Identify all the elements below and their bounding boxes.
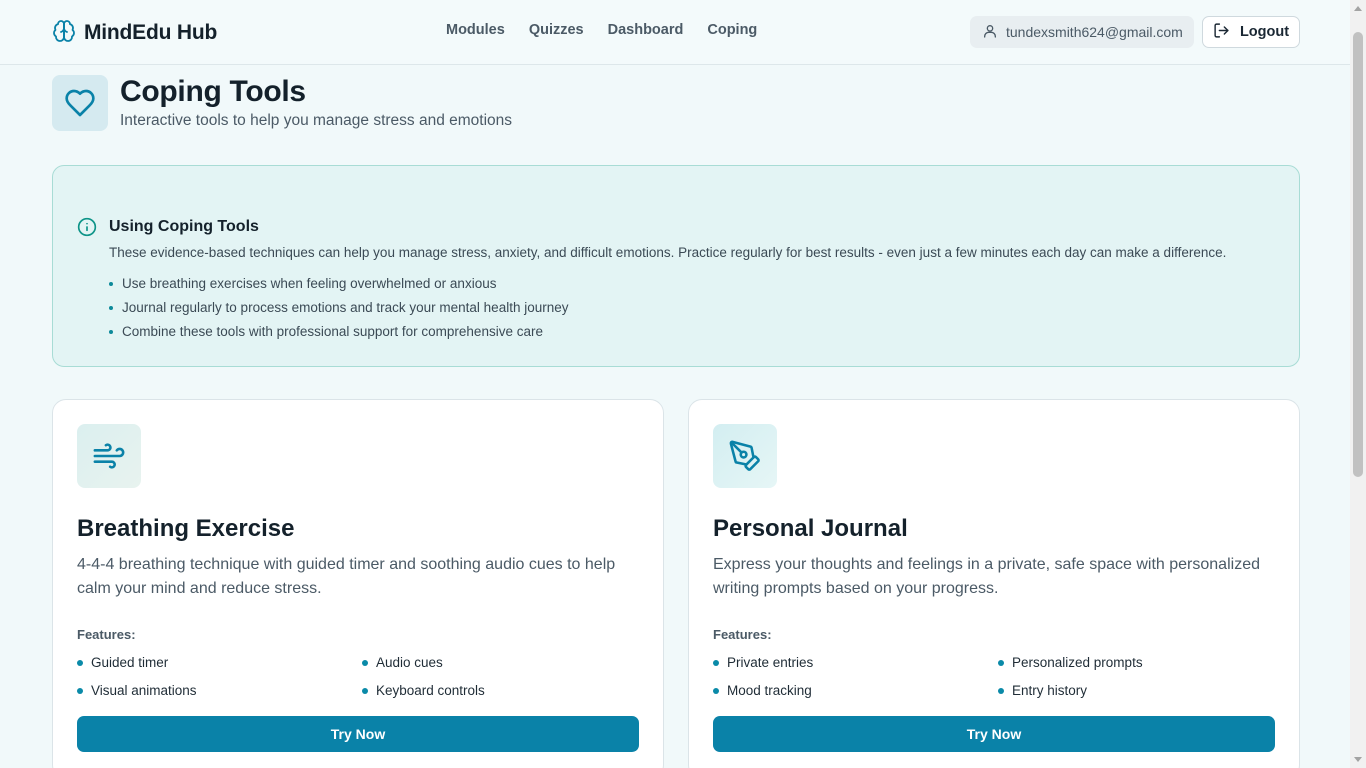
card-title: Breathing Exercise	[77, 515, 295, 542]
page-title: Coping Tools	[120, 75, 306, 108]
main-nav: Modules Quizzes Dashboard Coping	[446, 22, 757, 38]
bullet	[109, 282, 113, 286]
bullet	[998, 659, 1004, 666]
scroll-thumb[interactable]	[1353, 32, 1363, 477]
feature-item: Personalized prompts	[998, 655, 1143, 670]
feature-item: Entry history	[998, 683, 1087, 698]
brain-icon	[52, 19, 76, 48]
nav-quizzes[interactable]: Quizzes	[529, 22, 584, 38]
info-title: Using Coping Tools	[109, 218, 259, 235]
wind-icon	[77, 424, 141, 488]
list-item: Use breathing exercises when feeling ove…	[109, 275, 568, 299]
feature-item: Keyboard controls	[362, 683, 485, 698]
feature-item: Audio cues	[362, 655, 443, 670]
bullet	[77, 687, 83, 694]
features-label: Features:	[713, 627, 772, 642]
logout-icon	[1213, 22, 1230, 43]
breathing-exercise-card: Breathing Exercise 4-4-4 breathing techn…	[52, 399, 664, 768]
bullet	[77, 659, 83, 666]
scroll-up-arrow-icon[interactable]	[1354, 6, 1362, 11]
feature-item: Private entries	[713, 655, 813, 670]
card-description: Express your thoughts and feelings in a …	[713, 556, 1260, 597]
nav-coping[interactable]: Coping	[707, 22, 757, 38]
top-navbar: MindEdu Hub Modules Quizzes Dashboard Co…	[0, 0, 1350, 65]
list-item: Journal regularly to process emotions an…	[109, 299, 568, 323]
user-icon	[982, 23, 998, 42]
page-scrollbar[interactable]	[1350, 0, 1366, 768]
personal-journal-card: Personal Journal Express your thoughts a…	[688, 399, 1300, 768]
info-panel: Using Coping Tools These evidence-based …	[52, 165, 1300, 367]
heart-icon	[52, 75, 108, 131]
list-item: Combine these tools with professional su…	[109, 323, 568, 347]
user-account-chip[interactable]: tundexsmith624@gmail.com	[970, 16, 1194, 48]
page-subtitle: Interactive tools to help you manage str…	[120, 112, 513, 129]
try-now-button[interactable]: Try Now	[713, 716, 1275, 752]
bullet	[998, 687, 1004, 694]
card-description: 4-4-4 breathing technique with guided ti…	[77, 556, 616, 597]
tips-list: Use breathing exercises when feeling ove…	[109, 275, 568, 347]
user-email: tundexsmith624@gmail.com	[1006, 24, 1183, 40]
info-icon	[77, 217, 97, 237]
logout-label: Logout	[1239, 24, 1290, 40]
bullet	[109, 306, 113, 310]
nav-dashboard[interactable]: Dashboard	[608, 22, 684, 38]
try-now-button[interactable]: Try Now	[77, 716, 639, 752]
pen-tool-icon	[713, 424, 777, 488]
features-label: Features:	[77, 627, 136, 642]
nav-modules[interactable]: Modules	[446, 22, 505, 38]
brand-logo[interactable]: MindEdu Hub	[52, 19, 217, 47]
feature-item: Mood tracking	[713, 683, 812, 698]
bullet	[362, 687, 368, 694]
bullet	[109, 330, 113, 334]
bullet	[713, 659, 719, 666]
feature-item: Visual animations	[77, 683, 197, 698]
card-title: Personal Journal	[713, 515, 908, 542]
feature-item: Guided timer	[77, 655, 168, 670]
scroll-down-arrow-icon[interactable]	[1354, 757, 1362, 762]
bullet	[362, 659, 368, 666]
brand-name: MindEdu Hub	[84, 21, 218, 44]
info-description: These evidence-based techniques can help…	[109, 245, 1227, 260]
bullet	[713, 687, 719, 694]
logout-button[interactable]: Logout	[1202, 16, 1300, 48]
